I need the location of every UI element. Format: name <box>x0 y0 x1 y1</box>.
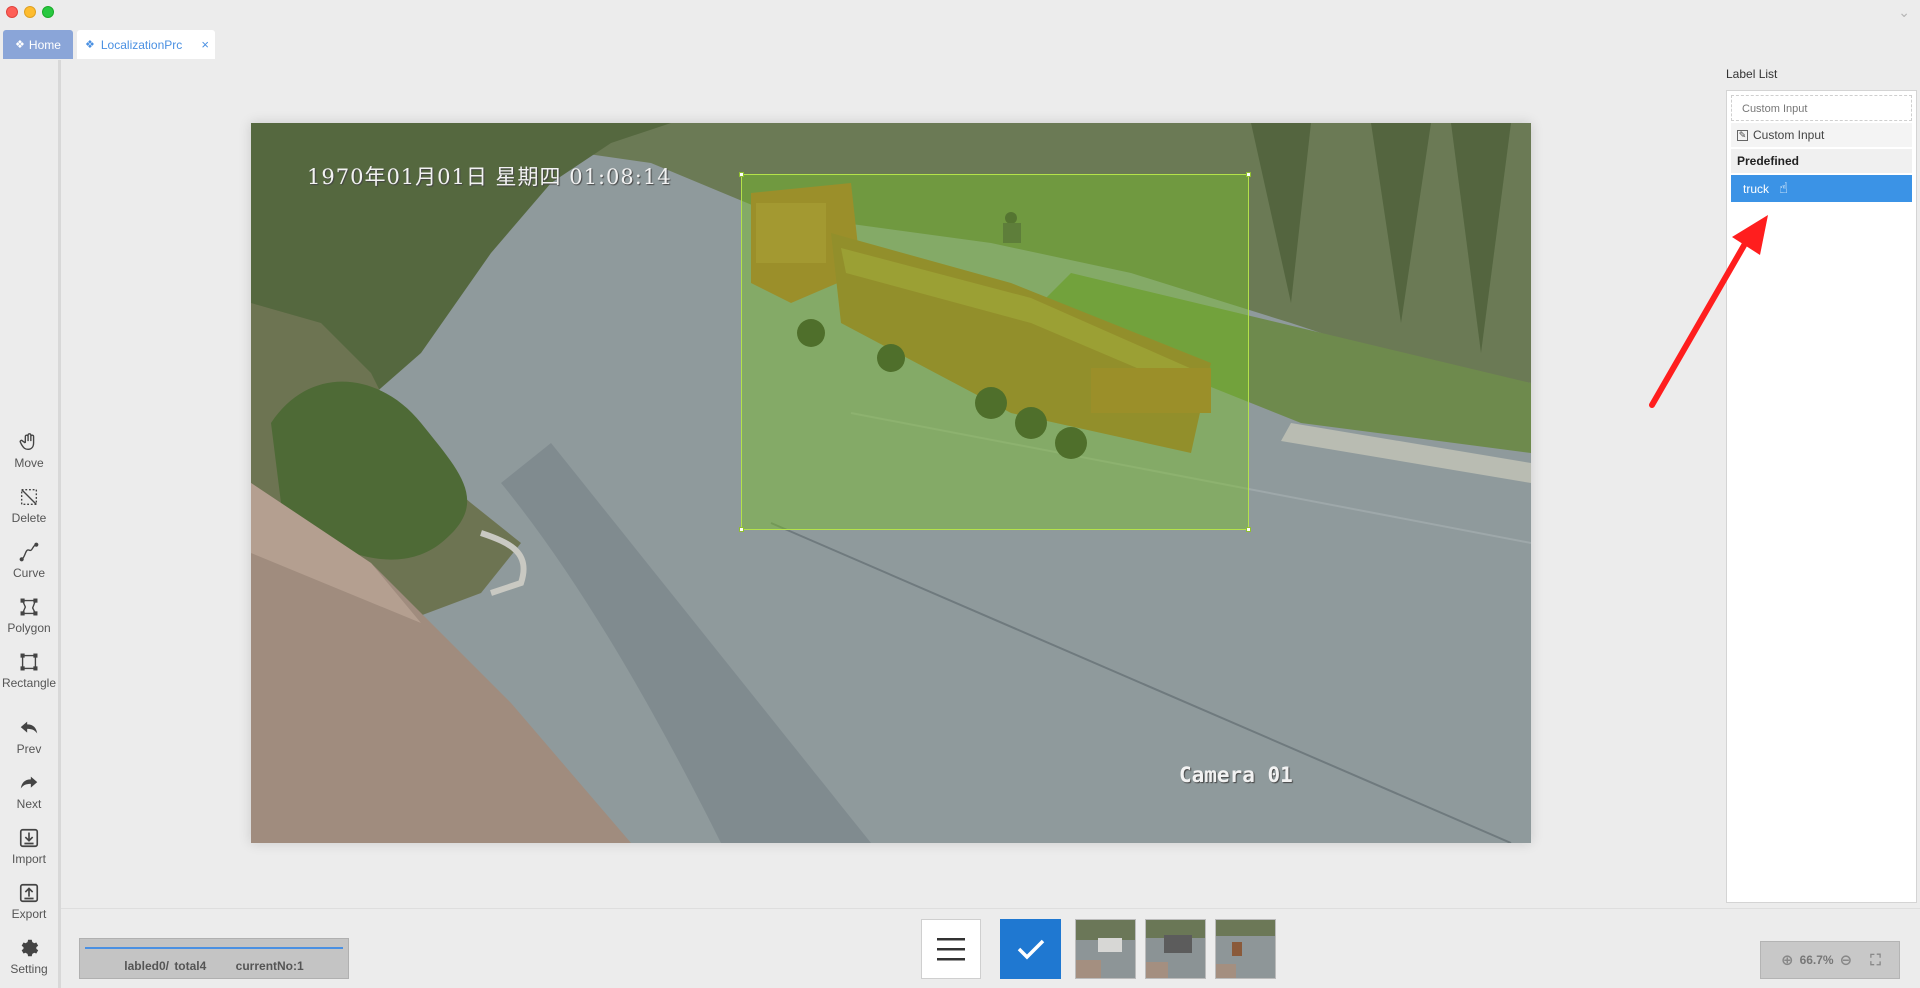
tool-prev[interactable]: Prev <box>0 717 58 756</box>
zoom-control: ⊕ 66.7% ⊖ ⛶ <box>1760 941 1900 979</box>
chevron-down-icon[interactable]: ⌄ <box>1898 4 1910 21</box>
tool-prev-label: Prev <box>16 742 42 756</box>
confirm-button[interactable] <box>1000 919 1061 979</box>
app-icon: ❖ <box>85 39 95 51</box>
current-number: currentNo:1 <box>235 959 304 973</box>
custom-input-field[interactable]: Custom Input <box>1731 95 1912 121</box>
label-item-truck-label: truck <box>1743 182 1770 196</box>
tool-curve[interactable]: Curve <box>0 541 58 580</box>
rectangle-icon <box>20 653 38 671</box>
tab-bar: ❖ Home ❖ LocalizationPrc × <box>0 30 1920 60</box>
tool-polygon[interactable]: Polygon <box>0 596 58 635</box>
annotation-canvas[interactable]: 1970年01月01日 星期四 01:08:14 Camera 01 <box>61 60 1721 908</box>
status-text: labled0/ total4 currentNo:1 <box>80 959 348 973</box>
hand-icon <box>19 433 35 451</box>
import-icon <box>19 828 39 848</box>
camera-label: Camera 01 <box>1179 763 1293 787</box>
tool-delete-label: Delete <box>11 511 47 525</box>
tool-import-label: Import <box>11 852 46 866</box>
edit-checkbox-icon: ✎ <box>1737 129 1748 141</box>
label-list-panel: Label List Custom Input ✎ Custom Input P… <box>1721 60 1920 908</box>
window-close-button[interactable] <box>6 6 18 18</box>
tool-move-label: Move <box>14 456 44 470</box>
status-panel: labled0/ total4 currentNo:1 <box>79 938 349 979</box>
label-item-truck[interactable]: truck ☝ <box>1731 175 1912 202</box>
bbox-handle-top-right[interactable] <box>1246 172 1251 177</box>
checkmark-icon <box>1017 939 1044 960</box>
custom-input-item-label: Custom Input <box>1753 128 1825 142</box>
tool-rectangle[interactable]: Rectangle <box>0 651 58 690</box>
tool-setting[interactable]: Setting <box>0 937 58 976</box>
menu-icon <box>937 938 965 961</box>
next-arrow-icon <box>20 776 38 789</box>
tool-sidebar: Move Delete Curve Polygon Rectangle Prev… <box>0 60 61 988</box>
tool-delete[interactable]: Delete <box>0 486 58 525</box>
bbox-handle-top-left[interactable] <box>739 172 744 177</box>
image-timestamp: 1970年01月01日 星期四 01:08:14 <box>307 165 672 189</box>
predefined-header: Predefined <box>1731 149 1912 173</box>
custom-input-item[interactable]: ✎ Custom Input <box>1731 123 1912 147</box>
tool-curve-label: Curve <box>12 566 45 580</box>
window-maximize-button[interactable] <box>42 6 54 18</box>
tab-localization-label: LocalizationPrc <box>100 37 183 52</box>
progress-line <box>85 947 343 949</box>
tool-next[interactable]: Next <box>0 772 58 811</box>
tool-setting-label: Setting <box>10 962 48 976</box>
labeled-count: labled0/ total4 <box>124 959 207 973</box>
window-minimize-button[interactable] <box>24 6 36 18</box>
camera-image[interactable]: 1970年01月01日 星期四 01:08:14 Camera 01 <box>251 123 1531 843</box>
title-bar: ⌄ <box>0 0 1920 24</box>
home-icon: ❖ <box>15 39 25 51</box>
bottom-bar: labled0/ total4 currentNo:1 ⊕ 66.7% ⊖ ⛶ <box>61 908 1920 988</box>
label-list-title: Label List <box>1726 67 1778 81</box>
tool-import[interactable]: Import <box>0 827 58 866</box>
fit-screen-icon[interactable]: ⛶ <box>1870 952 1881 969</box>
tool-polygon-label: Polygon <box>7 621 51 635</box>
thumbnail-2[interactable] <box>1145 919 1206 979</box>
tool-next-label: Next <box>16 797 42 811</box>
delete-selection-icon <box>20 488 38 506</box>
thumbnail-1[interactable] <box>1075 919 1136 979</box>
tool-export[interactable]: Export <box>0 882 58 921</box>
tab-localization[interactable]: ❖ LocalizationPrc × <box>77 30 215 59</box>
bbox-handle-bottom-left[interactable] <box>739 527 744 532</box>
thumbnail-image-3 <box>1216 920 1275 978</box>
tab-home-label: Home <box>28 37 61 52</box>
hand-cursor-icon: ☝ <box>1779 180 1789 197</box>
list-button[interactable] <box>921 919 981 979</box>
bounding-box-truck[interactable] <box>739 172 1251 532</box>
thumbnail-3[interactable] <box>1215 919 1276 979</box>
zoom-in-icon[interactable]: ⊕ <box>1781 951 1794 969</box>
polygon-icon <box>20 598 38 616</box>
thumbnail-image-2 <box>1146 920 1205 978</box>
curve-icon <box>19 542 39 562</box>
zoom-value: 66.7% <box>1799 953 1834 967</box>
tool-export-label: Export <box>11 907 47 921</box>
gear-icon <box>21 939 39 957</box>
export-icon <box>19 883 39 903</box>
zoom-out-icon[interactable]: ⊖ <box>1840 951 1853 969</box>
tool-rectangle-label: Rectangle <box>1 676 57 690</box>
annotation-arrow-icon <box>1649 215 1768 408</box>
tool-move[interactable]: Move <box>0 431 58 470</box>
tab-home[interactable]: ❖ Home <box>3 30 73 59</box>
prev-arrow-icon <box>20 721 38 734</box>
bbox-handle-bottom-right[interactable] <box>1246 527 1251 532</box>
tab-close-icon[interactable]: × <box>201 37 209 52</box>
thumbnail-image-1 <box>1076 920 1135 978</box>
